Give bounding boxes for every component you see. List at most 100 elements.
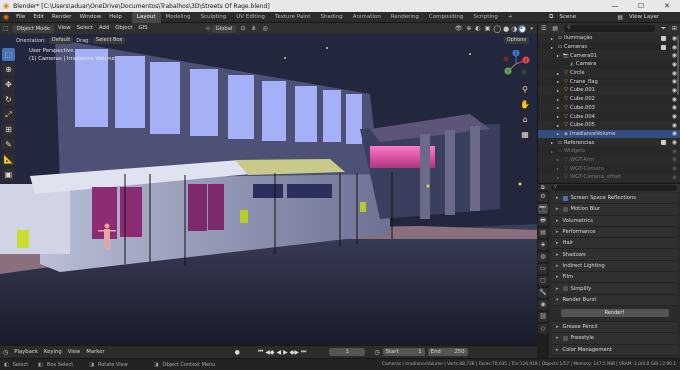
scene-selector[interactable]: Scene (555, 12, 617, 23)
expand-arrow-icon[interactable]: ▸ (554, 71, 562, 76)
expand-arrow-icon[interactable]: ▸ (548, 36, 556, 41)
outliner-row[interactable]: ▸ 📷 Camera01 ◉ (538, 51, 680, 61)
visibility-eye-icon[interactable]: ◉ (672, 130, 677, 137)
tab-animation[interactable]: Animation (348, 12, 386, 23)
transform-tool-icon[interactable]: ⊞ (2, 123, 15, 136)
panel-section[interactable]: ▸ Shadows (552, 249, 677, 261)
next-keyframe-icon[interactable]: ◆▶ (289, 349, 300, 356)
end-frame-field[interactable]: End 250 (427, 348, 468, 356)
visibility-eye-icon[interactable]: ◉ (672, 122, 677, 129)
expand-arrow-icon[interactable]: ▸ (554, 175, 562, 180)
visibility-eye-icon[interactable]: ◉ (672, 174, 677, 181)
modifier-tab-icon[interactable]: 🔧 (538, 288, 548, 298)
panel-section[interactable]: ▸ Simplify (552, 283, 677, 295)
panel-section[interactable]: ▸ Motion Blur (552, 204, 677, 216)
object-tab-icon[interactable]: ▢ (538, 276, 548, 286)
expand-arrow-icon[interactable]: ▸ (554, 114, 562, 119)
expand-arrow-icon[interactable]: ▸ (554, 105, 562, 110)
tab-compositing[interactable]: Compositing (424, 12, 468, 23)
shading-material-icon[interactable]: ◑ (510, 25, 518, 33)
prev-keyframe-icon[interactable]: ◀◆ (264, 349, 275, 356)
filter-icon[interactable]: ⏷ (658, 25, 669, 33)
tab-sculpting[interactable]: Sculpting (196, 12, 232, 23)
outliner-row[interactable]: ▸ ▽ Crane_flag ◉ (538, 77, 680, 86)
visibility-eye-icon[interactable]: ◉ (672, 104, 677, 111)
outliner-row[interactable]: ▸ ▭ Cameras ◉ (538, 43, 680, 52)
panel-section[interactable]: ▸ Freestyle (552, 333, 677, 345)
menu-gis[interactable]: GIS (136, 23, 151, 34)
xray-toggle-icon[interactable]: ▣ (483, 25, 493, 32)
section-checkbox[interactable] (562, 195, 568, 201)
play-icon[interactable]: ▶ (282, 349, 289, 356)
scale-tool-icon[interactable]: ⤢ (2, 108, 15, 121)
measure-tool-icon[interactable]: 📐 (2, 153, 15, 166)
start-frame-field[interactable]: Start 1 (382, 348, 425, 356)
visibility-eye-icon[interactable]: ◉ (672, 139, 677, 146)
exclude-checkbox[interactable] (661, 35, 666, 41)
world-tab-icon[interactable]: ◍ (538, 252, 548, 262)
preview-range-icon[interactable]: ◷ (371, 349, 382, 356)
section-checkbox[interactable] (562, 335, 568, 341)
menu-help[interactable]: Help (105, 12, 126, 23)
maximize-button[interactable]: ☐ (628, 0, 654, 12)
expand-arrow-icon[interactable]: ▸ (554, 97, 562, 102)
zoom-view-icon[interactable]: ⚲ (519, 84, 531, 96)
expand-arrow-icon[interactable]: ▸ (548, 45, 556, 50)
navigation-gizmo[interactable]: X Y Z (502, 49, 530, 78)
tool-tab-icon[interactable]: ⚙ (538, 192, 548, 202)
jump-end-icon[interactable]: ⏭ (300, 348, 307, 356)
record-icon[interactable]: ● (232, 349, 243, 356)
view-layer-icon[interactable]: ▤ (617, 14, 625, 21)
tab-rendering[interactable]: Rendering (386, 12, 424, 23)
new-collection-icon[interactable]: ⊞ (669, 25, 680, 32)
play-reverse-icon[interactable]: ◀ (275, 349, 282, 356)
expand-arrow-icon[interactable]: ▸ (554, 88, 562, 93)
physics-tab-icon[interactable]: ◉ (538, 300, 548, 310)
perspective-toggle-icon[interactable]: ▦ (519, 129, 531, 141)
menu-file[interactable]: File (12, 12, 29, 23)
menu-playback[interactable]: Playback (11, 346, 41, 359)
shading-options-icon[interactable]: ▾ (526, 26, 537, 32)
view-layer-selector[interactable]: View Layer (625, 12, 680, 23)
visibility-eye-icon[interactable]: ◉ (672, 148, 677, 155)
panel-section[interactable]: ▸ Screen Space Reflections (552, 193, 677, 205)
panel-section[interactable]: ▸ Film (552, 272, 677, 284)
select-box-tool-icon[interactable]: ⬚ (2, 48, 15, 61)
panel-section[interactable]: ▸ Hair (552, 238, 677, 250)
expand-arrow-icon[interactable]: ▸ (554, 131, 562, 136)
drag-dropdown[interactable]: Select Box (93, 37, 126, 44)
pan-view-icon[interactable]: ✋ (519, 99, 531, 111)
render-button[interactable]: Render! (560, 309, 669, 318)
menu-keying[interactable]: Keying (41, 346, 65, 359)
visibility-eye-icon[interactable]: ◉ (672, 113, 677, 120)
exclude-checkbox[interactable] (661, 140, 666, 146)
properties-search-icon[interactable]: ⚲ (550, 185, 677, 191)
tab-layout[interactable]: Layout (131, 11, 161, 23)
tab-uv-editing[interactable]: UV Editing (231, 12, 270, 23)
annotate-tool-icon[interactable]: ✎ (2, 138, 15, 151)
outliner-row[interactable]: ▸ ▽ WGT-Camera_offset ◉ (538, 173, 680, 182)
outliner-row[interactable]: ▸ ▭ Iluminação ◉ (538, 34, 680, 43)
add-cube-tool-icon[interactable]: ▣ (2, 168, 15, 181)
tab-modeling[interactable]: Modeling (161, 12, 196, 23)
object-mode-dropdown[interactable]: Object Mode (12, 24, 55, 33)
data-tab-icon[interactable]: ◇ (538, 324, 548, 334)
pivot-icon[interactable]: ⊙ (237, 25, 248, 32)
current-frame-field[interactable]: 1 (329, 348, 366, 356)
visibility-eye-icon[interactable]: ◉ (672, 96, 677, 103)
menu-render[interactable]: Render (48, 12, 76, 23)
visibility-eye-icon[interactable]: ◉ (672, 156, 677, 163)
menu-select[interactable]: Select (74, 23, 96, 34)
outliner-row[interactable]: ▸ ▽ WGT-Camera ◉ (538, 164, 680, 173)
tab-scripting[interactable]: Scripting (468, 12, 502, 23)
outliner-row[interactable]: ▸ ▽ Circle ◉ (538, 68, 680, 78)
transform-orientation-dropdown[interactable]: Global (211, 24, 237, 33)
section-checkbox[interactable] (562, 206, 568, 212)
outliner-row[interactable]: ▸ ▽ Cube.005 ◉ (538, 120, 680, 130)
scene-tab-icon[interactable]: ◈ (538, 240, 548, 250)
expand-arrow-icon[interactable]: ▸ (554, 123, 562, 128)
overlay-toggle-icon[interactable]: ◐ (473, 25, 482, 32)
shading-solid-icon[interactable]: ● (502, 25, 510, 33)
visibility-eye-icon[interactable]: ◉ (672, 165, 677, 172)
timeline-editor-icon[interactable]: ◷ (0, 349, 11, 356)
